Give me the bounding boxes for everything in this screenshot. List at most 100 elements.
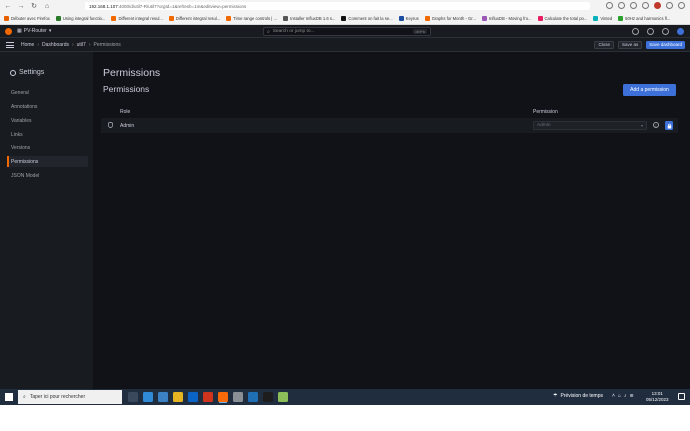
org-name: PV-Router [23, 27, 47, 34]
browser-toolbar: ← → ↻ ⌂ 192.168.1.107:4000/d/util7-R/uti… [0, 0, 690, 25]
add-permission-button[interactable]: Add a permission [623, 84, 676, 96]
volume-icon[interactable]: ♪ [624, 393, 627, 399]
permission-value: Admin [537, 123, 551, 128]
taskbar-search-input[interactable]: ⌕ Taper ici pour rechercher [18, 390, 122, 404]
breadcrumb-current: Permissions [93, 42, 121, 48]
search-shortcut: ctrl+k [413, 29, 427, 34]
sidebar-item-links[interactable]: Links [11, 132, 23, 138]
sidebar-item-versions[interactable]: Versions [11, 145, 30, 151]
bookmark-icon [537, 16, 543, 21]
org-icon: ▦ [17, 27, 22, 34]
search-icon: ⌕ [23, 394, 26, 400]
menu-icon[interactable] [6, 42, 14, 48]
translate-icon[interactable] [606, 2, 613, 9]
firefox-icon[interactable] [218, 392, 228, 402]
explorer-icon[interactable] [173, 392, 183, 402]
weather-label: Prévision de temps [560, 393, 604, 399]
permission-select[interactable]: Admin ▾ [533, 121, 647, 130]
grafana-icon [168, 16, 174, 21]
bookmark[interactable]: Débuter avec Firefox [4, 16, 50, 21]
org-switcher[interactable]: ▦ PV-Router ▾ [17, 28, 51, 34]
extensions-icon[interactable] [666, 2, 673, 9]
info-icon[interactable]: i [653, 122, 659, 128]
bookmark[interactable]: Comment on fait la se... [341, 16, 393, 21]
chevron-up-icon[interactable]: ˄ [612, 393, 615, 399]
url-path: :4000/d/util7-R/util7?orgId=1&refresh=1m… [117, 3, 247, 9]
plus-icon[interactable] [632, 27, 639, 35]
notification-icon[interactable] [678, 393, 685, 400]
sidebar-item-permissions[interactable]: Permissions [11, 159, 38, 165]
bookmark[interactable]: Different integral resul... [168, 16, 220, 21]
windows-start-icon[interactable] [5, 393, 13, 401]
bookmark[interactable]: Graphs for Month - Gr... [424, 16, 476, 21]
notepad-icon[interactable] [233, 392, 243, 402]
grafana-icon [424, 16, 430, 21]
sidebar-item-annotations[interactable]: Annotations [11, 104, 37, 110]
outlook-icon[interactable] [188, 392, 198, 402]
download-icon[interactable] [642, 2, 649, 9]
grafana-icon [226, 16, 232, 21]
browser-toolbar-icons [606, 2, 685, 9]
store-icon[interactable] [158, 392, 168, 402]
menu-icon[interactable] [678, 2, 685, 9]
shield-icon[interactable] [630, 2, 637, 9]
bookmark-icon [618, 16, 624, 21]
column-header-role: Role [120, 109, 131, 115]
lock-button[interactable] [665, 121, 673, 130]
table-row: Admin Admin ▾ i [101, 118, 678, 133]
forward-icon[interactable]: → [16, 1, 26, 11]
weather-widget[interactable]: ☂ Prévision de temps [553, 393, 603, 399]
sidebar-item-variables[interactable]: Variables [11, 118, 31, 124]
role-name: Admin [120, 122, 135, 129]
network-icon[interactable]: ⌂ [618, 393, 621, 399]
column-header-permission: Permission [533, 109, 558, 115]
home-icon[interactable]: ⌂ [42, 1, 52, 11]
close-button[interactable]: Close [594, 40, 614, 49]
clock-date: 05/12/2023 [646, 396, 669, 402]
task-view-icon[interactable] [128, 392, 138, 402]
vscode-icon[interactable] [248, 392, 258, 402]
sidebar-item-general[interactable]: General [11, 90, 29, 96]
address-bar[interactable]: 192.168.1.107:4000/d/util7-R/util7?orgId… [85, 2, 590, 10]
pocket-icon[interactable] [654, 2, 661, 9]
url-host: 192.168.1.107 [89, 3, 118, 9]
bookmark[interactable]: Vinted [593, 16, 612, 21]
firefox-icon [4, 16, 9, 21]
bookmark[interactable]: Keyrus [398, 16, 419, 21]
page-body: Settings General Annotations Variables L… [0, 52, 690, 389]
system-tray: ˄ ⌂ ♪ ≋ [612, 393, 634, 399]
bookmark[interactable]: 50Hz and harmonics fl... [618, 16, 670, 21]
bookmark[interactable]: Calculate the total po... [537, 16, 587, 21]
avatar[interactable] [677, 27, 684, 35]
taskbar-apps [128, 392, 288, 402]
bookmark[interactable]: Using integral functio... [55, 16, 105, 21]
permissions-content: Permissions Permissions Add a permission… [94, 52, 690, 389]
breadcrumb-home[interactable]: Home [21, 42, 34, 48]
bookmark[interactable]: Installer InfluxDB 1.6 s... [283, 16, 335, 21]
search-input[interactable]: ⌕ Search or jump to... ctrl+k [263, 27, 431, 36]
sidebar-item-json-model[interactable]: JSON Model [11, 173, 39, 179]
help-icon[interactable] [647, 27, 654, 35]
taskbar-clock[interactable]: 13:01 05/12/2023 [646, 391, 669, 403]
bookmark[interactable]: Different integral resul... [111, 16, 163, 21]
grafana-logo-icon[interactable] [5, 28, 12, 35]
breadcrumb-separator: › [88, 42, 91, 48]
breadcrumb-dashboard[interactable]: util7 [77, 42, 86, 48]
bookmark[interactable]: Time range controls | ... [226, 16, 277, 21]
breadcrumb-dashboards[interactable]: Dashboards [42, 42, 69, 48]
topbar-actions [632, 27, 684, 35]
wifi-icon[interactable]: ≋ [629, 393, 633, 399]
settings-title: Settings [10, 69, 44, 76]
star-icon[interactable] [618, 2, 625, 9]
office-icon[interactable] [203, 392, 213, 402]
save-dashboard-button[interactable]: Save dashboard [646, 40, 685, 49]
back-icon[interactable]: ← [3, 1, 13, 11]
save-as-button[interactable]: Save as [617, 40, 643, 49]
app-icon[interactable] [278, 392, 288, 402]
terminal-icon[interactable] [263, 392, 273, 402]
edge-icon[interactable] [143, 392, 153, 402]
bookmark[interactable]: InfluxDB - Moving fro... [481, 16, 532, 21]
reload-icon[interactable]: ↻ [29, 1, 39, 11]
news-icon[interactable] [662, 27, 669, 35]
keyrus-icon [398, 16, 404, 21]
